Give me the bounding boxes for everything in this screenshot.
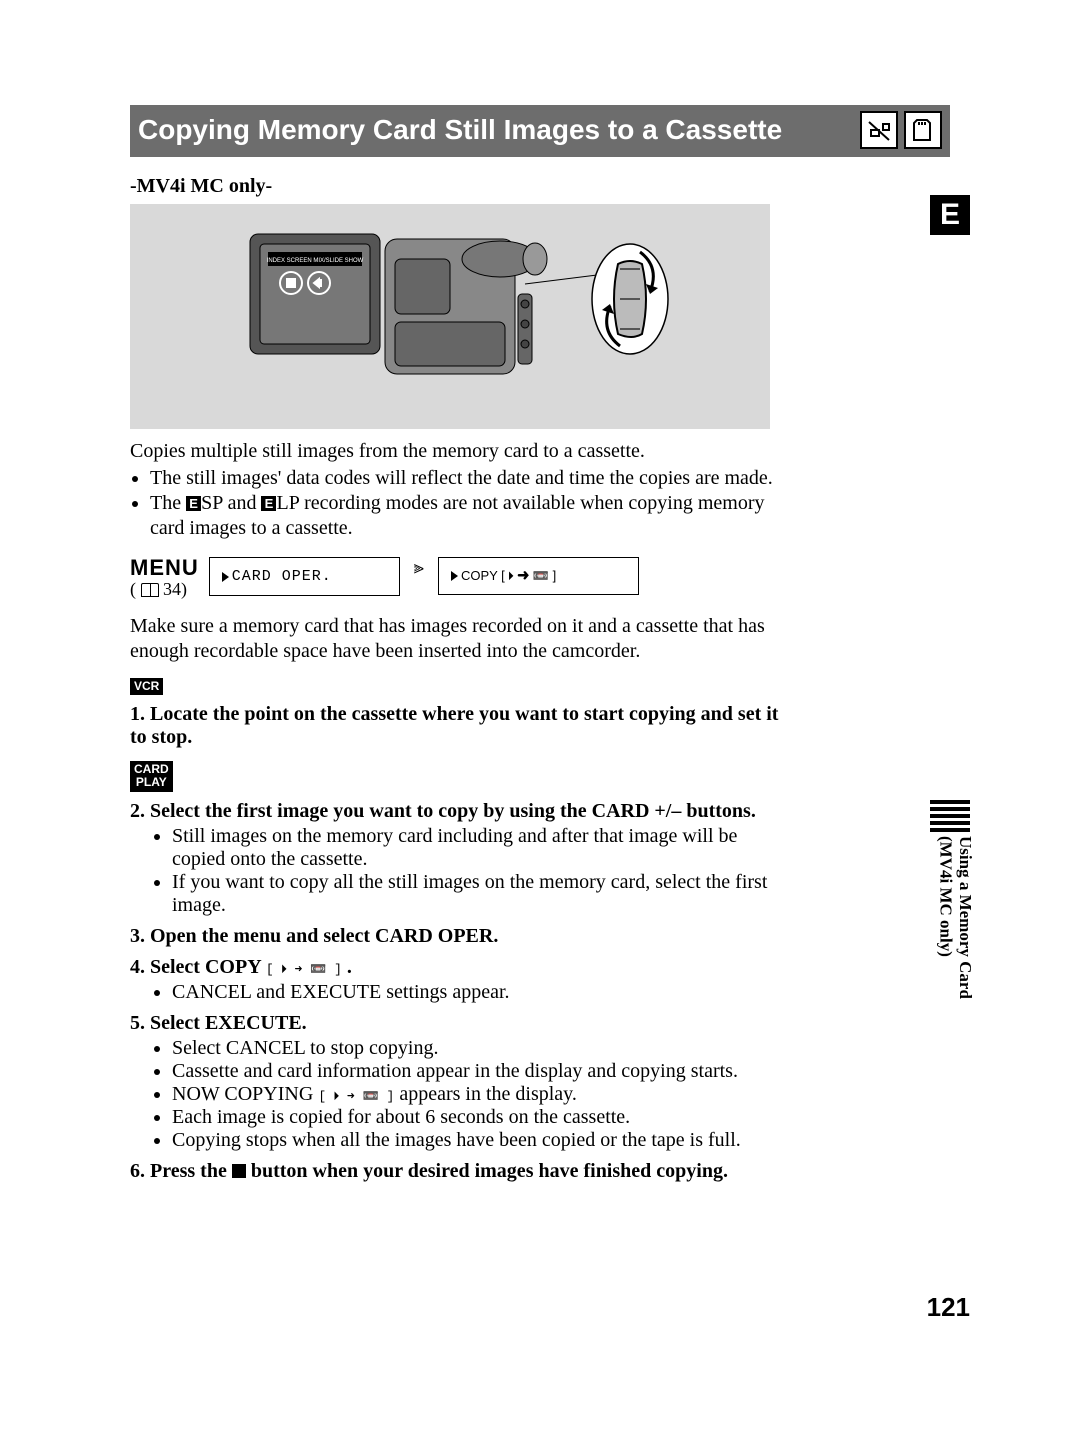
step-1: 1. Locate the point on the cassette wher…: [130, 703, 790, 749]
step-5-bullet-3: NOW COPYING [ 🞂 ➜ 📼 ] appears in the dis…: [172, 1083, 790, 1106]
screen-mode-label: INDEX SCREEN MIX/SLIDE SHOW: [267, 258, 364, 264]
step-5-bullet-1: Select CANCEL to stop copying.: [172, 1037, 790, 1060]
section-title-bar: Copying Memory Card Still Images to a Ca…: [130, 105, 950, 157]
page-content: Copying Memory Card Still Images to a Ca…: [130, 105, 950, 1183]
vcr-mode-badge: VCR: [130, 678, 163, 695]
step-2: 2. Select the first image you want to co…: [130, 800, 790, 917]
copy-glyph-icon: [ 🞂 ➜ 📼 ]: [266, 962, 342, 977]
step-2-bullet-1: Still images on the memory card includin…: [172, 825, 790, 871]
step-4-bullet-1: CANCEL and EXECUTE settings appear.: [172, 981, 790, 1004]
menu-box-copy: COPY [ 🞂 ➜ 📼 ]: [438, 557, 639, 595]
step-5: 5. Select EXECUTE. Select CANCEL to stop…: [130, 1012, 790, 1152]
forward-icon: ⫸: [414, 557, 424, 578]
play-icon: [222, 572, 229, 582]
camera-icon: [860, 111, 898, 149]
step-3: 3. Open the menu and select CARD OPER.: [130, 925, 790, 948]
copy-glyph-icon: [ 🞂 ➜ 📼 ]: [318, 1089, 394, 1104]
section-marker-bars: [930, 800, 970, 832]
intro-paragraph: Copies multiple still images from the me…: [130, 439, 790, 541]
menu-page-ref: ( 34): [130, 579, 199, 600]
stop-icon: [232, 1164, 246, 1178]
cardplay-mode-badge: CARD PLAY: [130, 761, 173, 791]
step-4: 4. Select COPY [ 🞂 ➜ 📼 ] . CANCEL and EX…: [130, 956, 790, 1004]
language-tab-e: E: [930, 195, 970, 235]
menu-label: MENU: [130, 557, 199, 579]
step-6: 6. Press the button when your desired im…: [130, 1160, 790, 1183]
title-icons: [860, 111, 942, 149]
section-title: Copying Memory Card Still Images to a Ca…: [138, 114, 860, 146]
camcorder-illustration: INDEX SCREEN MIX/SLIDE SHOW: [130, 204, 770, 429]
intro-text: Copies multiple still images from the me…: [130, 440, 645, 462]
menu-box-card-oper: CARD OPER.: [209, 557, 400, 596]
intro-bullet-list: The still images' data codes will reflec…: [130, 466, 790, 541]
memory-card-icon: [904, 111, 942, 149]
step-5-bullet-4: Each image is copied for about 6 seconds…: [172, 1106, 790, 1129]
insert-note: Make sure a memory card that has images …: [130, 614, 790, 664]
play-icon: [451, 571, 458, 581]
chapter-side-label: Using a Memory Card (MV4i MC only): [936, 836, 975, 999]
menu-path-row: MENU ( 34) CARD OPER. ⫸ COPY [ 🞂 ➜ 📼 ]: [130, 557, 950, 600]
steps-list: 1. Locate the point on the cassette wher…: [130, 703, 790, 1182]
intro-bullet-2: The ESP and ELP recording modes are not …: [150, 491, 790, 541]
model-note: -MV4i MC only-: [130, 175, 950, 198]
intro-bullet-1: The still images' data codes will reflec…: [150, 466, 790, 491]
manual-icon: [141, 583, 159, 597]
step-2-bullet-2: If you want to copy all the still images…: [172, 871, 790, 917]
step-5-bullet-5: Copying stops when all the images have b…: [172, 1129, 790, 1152]
page-number: 121: [927, 1292, 970, 1323]
step-5-bullet-2: Cassette and card information appear in …: [172, 1060, 790, 1083]
menu-label-block: MENU ( 34): [130, 557, 199, 600]
